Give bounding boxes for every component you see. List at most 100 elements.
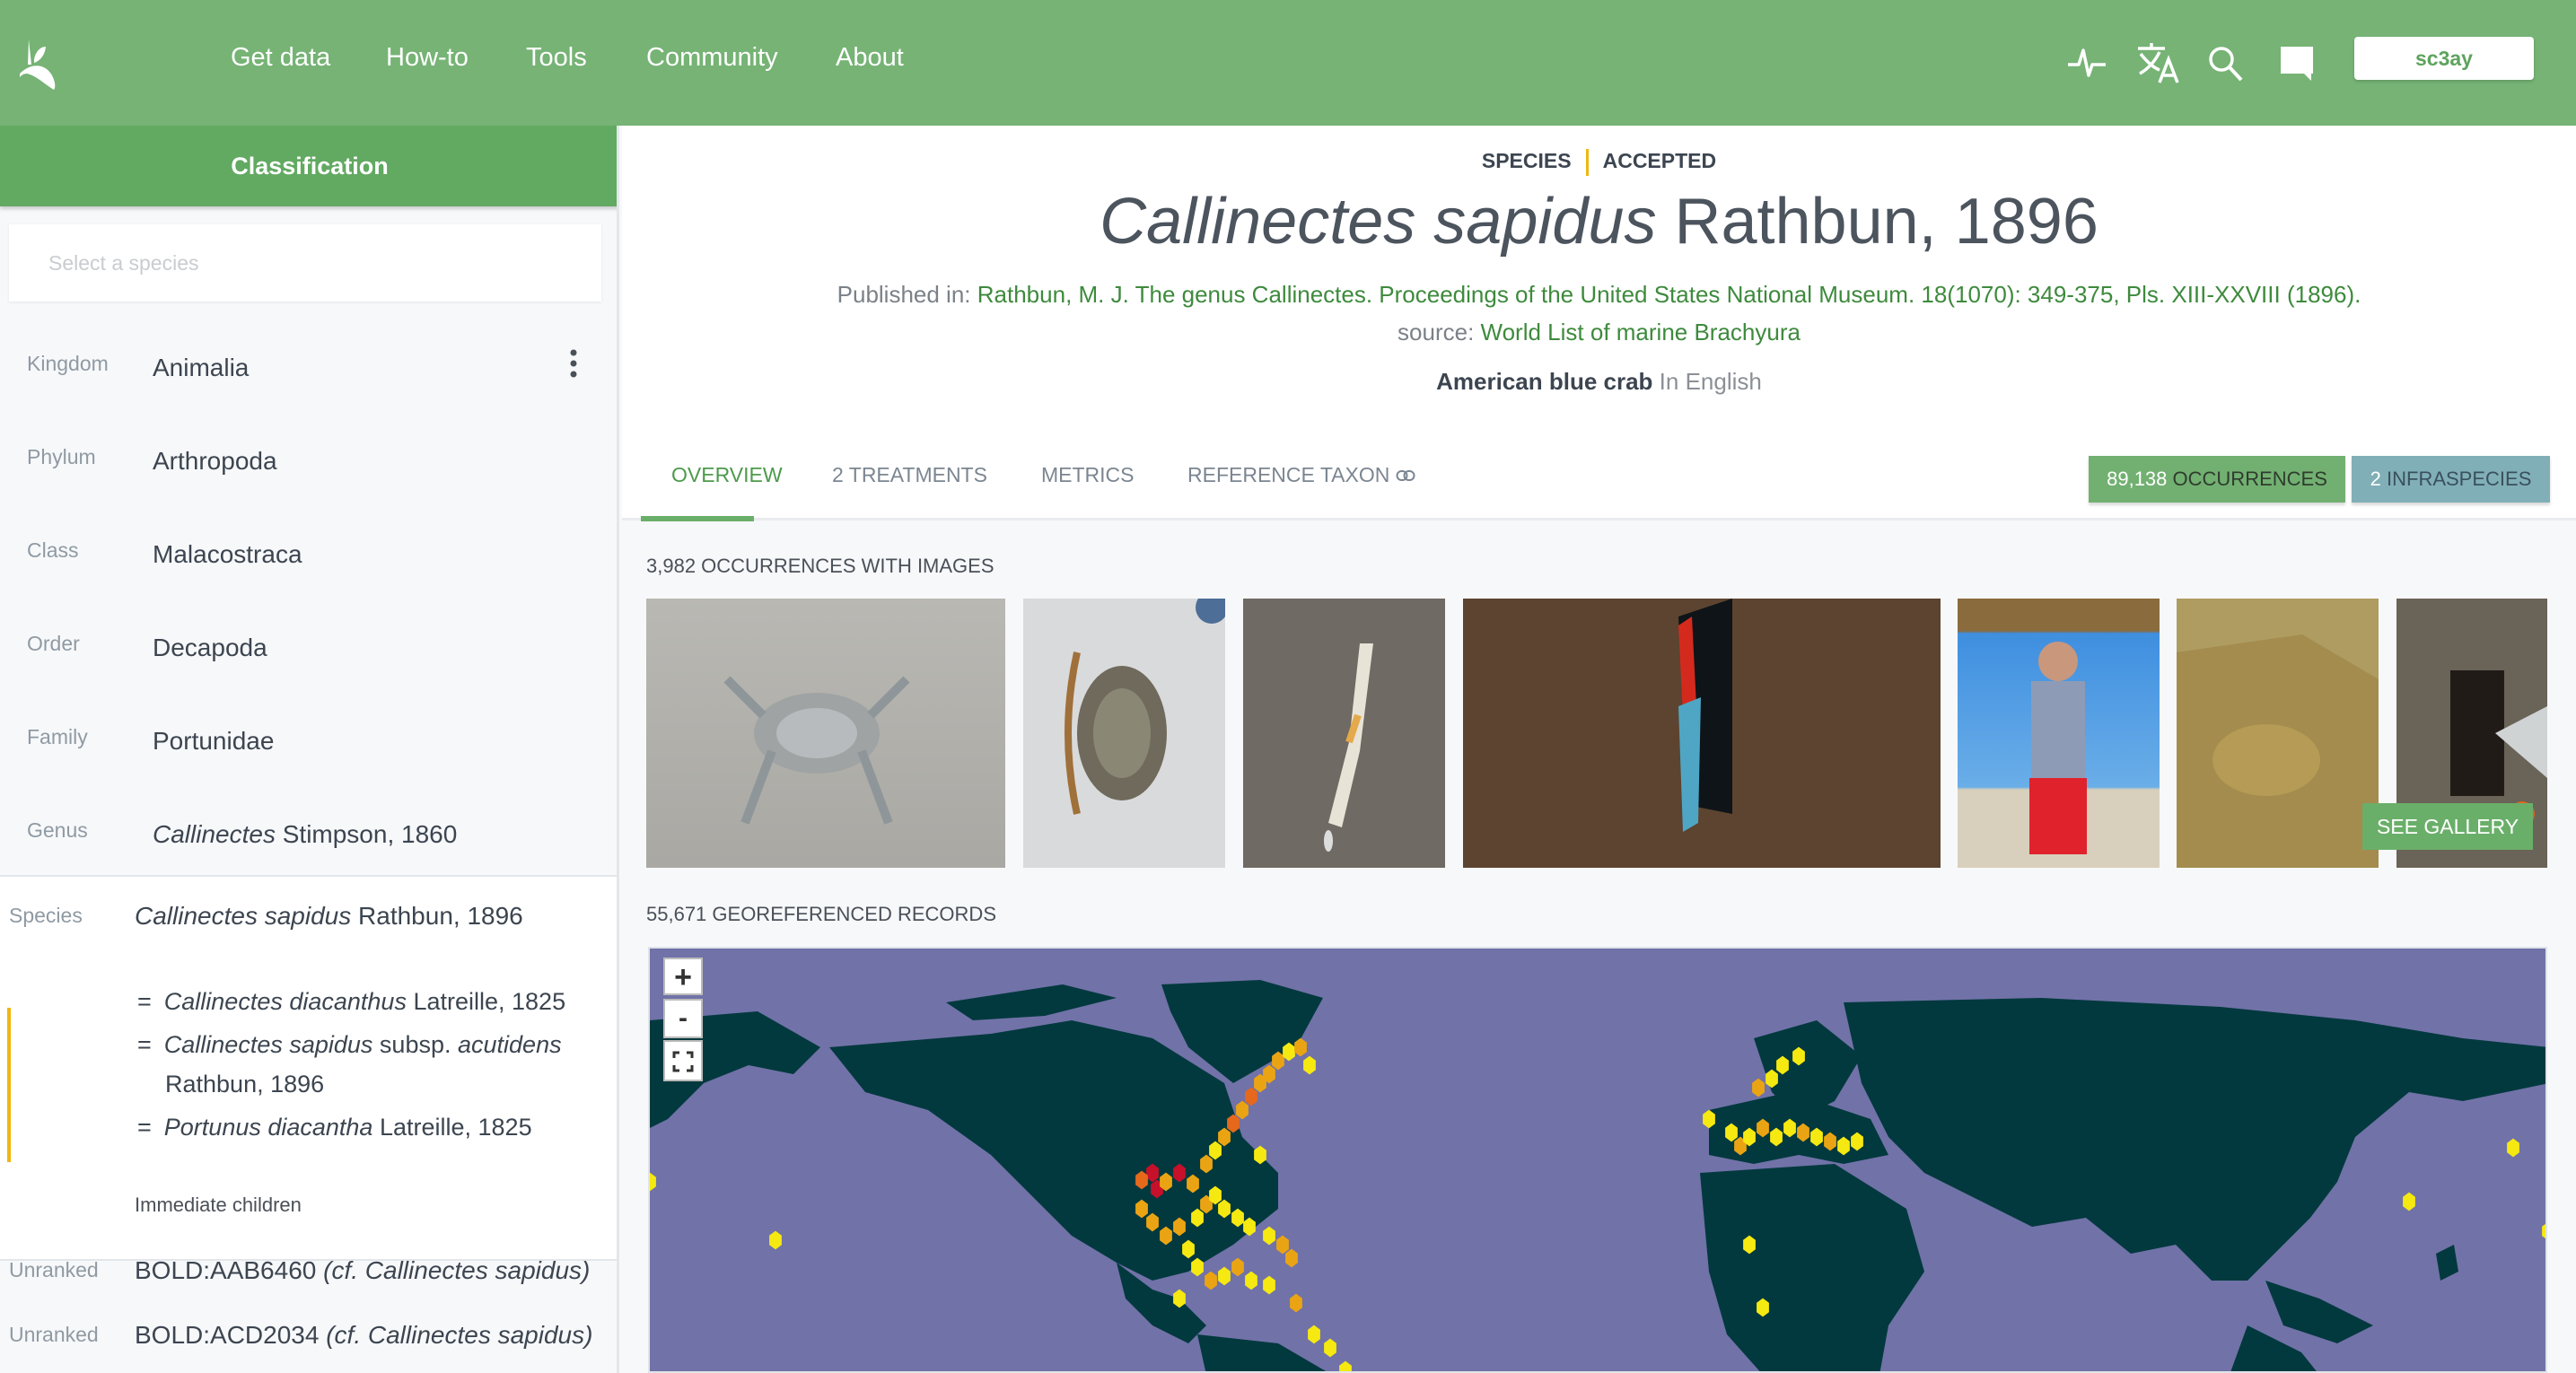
vernacular-language: In English [1659, 368, 1762, 395]
fullscreen-button[interactable] [663, 1040, 703, 1081]
nav-get-data[interactable]: Get data [231, 43, 330, 73]
crab-photo [1065, 599, 1225, 815]
more-options-icon[interactable] [567, 348, 580, 379]
gbif-logo-icon[interactable] [16, 39, 74, 90]
density-hex [1205, 1271, 1217, 1290]
species-search-box[interactable] [9, 224, 601, 302]
synonym-item[interactable]: = Portunus diacantha Latreille, 1825 [137, 1106, 532, 1149]
tab-treatments[interactable]: 2 TREATMENTS [832, 463, 987, 487]
nav-tools[interactable]: Tools [526, 43, 587, 73]
occurrence-image[interactable] [1463, 599, 1941, 868]
child-name[interactable]: BOLD:ACD2034 (cf. Callinectes sapidus) [135, 1321, 592, 1350]
density-hex [1236, 1100, 1249, 1120]
synonym-item[interactable]: = Callinectes diacanthus Latreille, 1825 [137, 980, 565, 1023]
rank-label: Family [27, 725, 88, 748]
occurrence-image[interactable] [2177, 599, 2379, 868]
search-icon[interactable] [2204, 39, 2250, 86]
child-note: (cf. Callinectes sapidus) [326, 1321, 593, 1349]
rank-label: Unranked [9, 1258, 99, 1281]
rank-row-class[interactable]: Class Malacostraca [0, 538, 617, 592]
user-account-button[interactable]: sc3ay [2354, 37, 2534, 80]
activity-pulse-icon[interactable] [2064, 39, 2111, 86]
active-tab-indicator [641, 516, 754, 521]
published-label: Published in: [837, 281, 971, 308]
separator [1585, 149, 1589, 176]
child-name[interactable]: BOLD:AAB6460 (cf. Callinectes sapidus) [135, 1256, 590, 1285]
crab-water-photo [2177, 599, 2379, 796]
synonym-item[interactable]: = Callinectes sapidus subsp. acutidens [137, 1023, 562, 1066]
child-note: (cf. Callinectes sapidus) [323, 1256, 591, 1284]
translate-icon[interactable] [2134, 39, 2181, 86]
density-hex [2403, 1192, 2415, 1211]
see-gallery-button[interactable]: SEE GALLERY [2362, 803, 2533, 850]
density-hex [1263, 1275, 1275, 1295]
classification-sidebar: Classification Kingdom Animalia Phylum A… [0, 126, 619, 1373]
land-masses [650, 980, 2545, 1371]
rank-value[interactable]: Arthropoda [153, 447, 277, 476]
density-hex [1218, 1266, 1231, 1286]
density-hex [1290, 1293, 1302, 1313]
density-hex [650, 1172, 656, 1192]
occurrences-label: OCCURRENCES [2172, 468, 2327, 490]
density-hex [1752, 1078, 1765, 1098]
rank-value[interactable]: Animalia [153, 354, 249, 382]
synonym-italic: acutidens [458, 1031, 562, 1058]
species-italic-name: Callinectes sapidus [135, 902, 352, 930]
rank-value[interactable]: Callinectes Stimpson, 1860 [153, 820, 457, 849]
species-author: Rathbun, 1896 [358, 902, 523, 930]
density-hex [1339, 1360, 1352, 1371]
occurrence-image[interactable] [646, 599, 1005, 868]
infraspecies-count: 2 [2370, 468, 2381, 490]
synonym-italic: Callinectes sapidus [163, 1031, 373, 1058]
density-hex [1285, 1248, 1298, 1268]
rank-label: Species [9, 904, 83, 927]
rank-row-genus[interactable]: Genus Callinectes Stimpson, 1860 [0, 818, 617, 872]
source-link[interactable]: World List of marine Brachyura [1481, 319, 1801, 345]
nav-how-to[interactable]: How-to [386, 43, 469, 73]
occurrence-map[interactable]: + - [648, 947, 2547, 1373]
rank-label: Unranked [9, 1323, 99, 1346]
synonym-italic: Portunus diacantha [163, 1114, 373, 1141]
rank-row-kingdom[interactable]: Kingdom Animalia [0, 352, 617, 406]
genus-author: Stimpson, 1860 [282, 820, 458, 848]
occurrence-image[interactable] [1958, 599, 2160, 868]
occurrence-image[interactable] [1243, 599, 1445, 868]
tab-label: REFERENCE TAXON [1187, 463, 1390, 486]
feedback-chat-icon[interactable] [2275, 39, 2322, 86]
zoom-out-button[interactable]: - [663, 999, 703, 1038]
published-reference-link[interactable]: Rathbun, M. J. The genus Callinectes. Pr… [977, 281, 2361, 308]
tab-reference-taxon[interactable]: REFERENCE TAXON [1187, 463, 1415, 487]
tab-metrics[interactable]: METRICS [1041, 463, 1135, 487]
tab-overview[interactable]: OVERVIEW [671, 463, 783, 487]
density-hex [1263, 1226, 1275, 1246]
rank-value[interactable]: Portunidae [153, 727, 274, 756]
zoom-in-button[interactable]: + [663, 958, 703, 995]
density-hex [1276, 1235, 1289, 1255]
rank-label: Genus [27, 818, 88, 842]
rank-row-order[interactable]: Order Decapoda [0, 632, 617, 686]
nav-about[interactable]: About [836, 43, 904, 73]
rank-label: Kingdom [27, 352, 109, 375]
nav-community[interactable]: Community [646, 43, 778, 73]
person-photo [2029, 642, 2087, 854]
occurrences-badge[interactable]: 89,138 OCCURRENCES [2089, 456, 2345, 503]
claw-photo [1324, 643, 1373, 852]
density-hex [1231, 1257, 1244, 1277]
fullscreen-icon [672, 1051, 694, 1072]
species-search-input[interactable] [9, 224, 601, 302]
density-hex [1324, 1338, 1336, 1358]
rank-row-family[interactable]: Family Portunidae [0, 725, 617, 779]
occurrence-image[interactable] [1023, 599, 1225, 868]
density-hex [769, 1230, 782, 1250]
status-tag: ACCEPTED [1602, 149, 1717, 173]
infraspecies-badge[interactable]: 2 INFRASPECIES [2352, 456, 2550, 503]
rank-value[interactable]: Decapoda [153, 634, 267, 662]
rank-value[interactable]: Malacostraca [153, 540, 302, 569]
top-navigation-bar: Get data How-to Tools Community About sc… [0, 0, 2576, 126]
infraspecies-label: INFRASPECIES [2387, 468, 2532, 490]
rank-row-phylum[interactable]: Phylum Arthropoda [0, 445, 617, 499]
link-icon [1396, 470, 1415, 481]
rank-label: Phylum [27, 445, 96, 468]
published-in: Published in: Rathbun, M. J. The genus C… [622, 281, 2576, 309]
species-name: Callinectes sapidus Rathbun, 1896 [135, 902, 523, 931]
